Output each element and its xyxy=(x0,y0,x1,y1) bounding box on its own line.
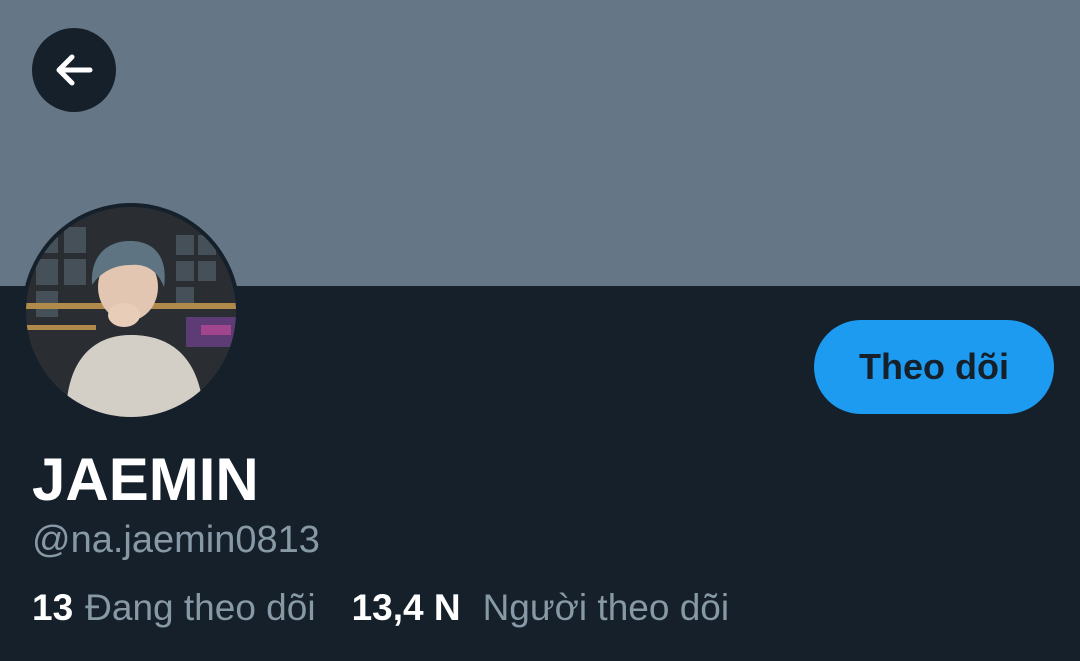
followers-label: Người theo dõi xyxy=(482,587,730,628)
avatar[interactable] xyxy=(26,207,236,417)
profile-stats: 13 Đang theo dõi 13,4 N Người theo dõi xyxy=(32,586,729,630)
following-label: Đang theo dõi xyxy=(85,587,316,628)
followers-link[interactable]: 13,4 N Người theo dõi xyxy=(352,586,730,630)
avatar-frame xyxy=(22,203,240,421)
following-count: 13 xyxy=(32,587,74,628)
follow-button[interactable]: Theo dõi xyxy=(814,320,1054,414)
back-button[interactable] xyxy=(32,28,116,112)
followers-count: 13,4 N xyxy=(351,587,461,628)
following-link[interactable]: 13 Đang theo dõi xyxy=(32,586,316,630)
follow-button-label: Theo dõi xyxy=(859,346,1009,387)
arrow-left-icon xyxy=(56,54,93,86)
display-name: JAEMIN xyxy=(32,446,259,513)
user-handle: @na.jaemin0813 xyxy=(32,519,320,561)
